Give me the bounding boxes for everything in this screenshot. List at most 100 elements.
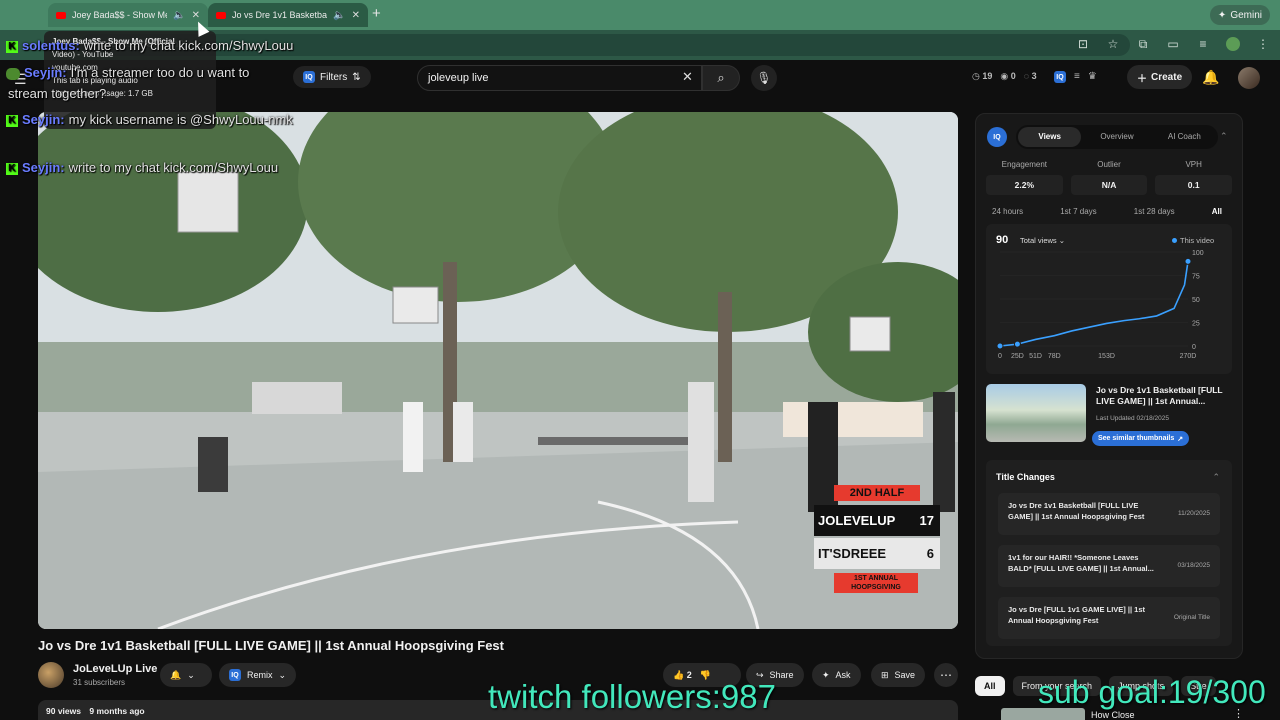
gemini-label: Gemini <box>1230 9 1262 21</box>
range-all[interactable]: All <box>1212 207 1222 216</box>
metric-label: VPH <box>1185 160 1202 169</box>
tab-hover-card: Joey Bada$$ - Show Me (Official Video) -… <box>44 31 216 129</box>
list-icon[interactable]: ≡ <box>1074 71 1080 83</box>
menu-hamburger-icon[interactable]: ☰ <box>14 71 27 88</box>
ask-button[interactable]: ✦ Ask <box>812 663 861 687</box>
title-change-item: Jo vs Dre 1v1 Basketball [FULL LIVE GAME… <box>998 493 1220 535</box>
vidiq-icon: IQ <box>303 71 315 83</box>
account-avatar[interactable] <box>1238 67 1260 89</box>
panel-tabs: Views Overview AI Coach <box>1016 125 1218 149</box>
collapse-panel-icon[interactable]: ⌃ <box>1220 131 1228 142</box>
voice-search-button[interactable]: 🎙 <box>751 65 777 91</box>
address-bar[interactable]: youtube.com/watch?v=… <box>80 34 1130 56</box>
cast-icon[interactable]: ▭ <box>1166 37 1180 54</box>
tab-title: Joey Bada$$ - Show Me <box>72 10 168 20</box>
title-change-text: Jo vs Dre [FULL 1v1 GAME LIVE] || 1st An… <box>1008 605 1146 625</box>
trophy-icon[interactable]: ♛ <box>1088 71 1097 83</box>
youtube-favicon-icon <box>56 11 66 19</box>
chevron-down-icon: ⌄ <box>278 669 287 680</box>
title-change-date: 11/20/2025 <box>1177 510 1210 517</box>
hover-card-domain: youtube.com <box>52 63 98 72</box>
metric-engagement: Engagement 2.2% <box>986 160 1063 195</box>
vidiq-icon: IQ <box>229 669 241 681</box>
team1-score: 17 <box>919 513 934 528</box>
tab-views[interactable]: Views <box>1018 127 1082 147</box>
legend-dot-icon <box>1172 238 1177 243</box>
profile-icon[interactable] <box>1226 37 1240 54</box>
browser-tab-2[interactable]: Jo vs Dre 1v1 Basketball [ 🔈 ✕ <box>208 3 368 27</box>
browser-tab-1[interactable]: Joey Bada$$ - Show Me 🔈 ✕ <box>48 3 208 27</box>
x-tick-label: 25D <box>1011 353 1024 360</box>
microphone-icon: 🎙 <box>756 71 772 85</box>
notifications-toggle-button[interactable]: 🔔 ⌄ <box>160 663 212 687</box>
upload-age: 9 months ago <box>89 706 145 716</box>
y-tick-label: 0 <box>1192 344 1196 351</box>
kick-logo-icon: K <box>6 162 18 175</box>
range-28d[interactable]: 1st 28 days <box>1134 207 1175 216</box>
views-line-chart: 0 25 50 75 100 0 25D 51D 78D 153D 270D <box>996 250 1204 360</box>
clear-search-icon[interactable]: ✕ <box>682 69 693 85</box>
save-button[interactable]: ⊞ Save <box>871 663 926 687</box>
video-thumbnail[interactable] <box>986 384 1086 442</box>
recommended-title[interactable]: How Close <box>1091 710 1135 720</box>
vidiq-stats: ◷ 19 ◉ 0 ◌ 3 <box>972 71 1037 82</box>
title-change-date: Original Title <box>1173 614 1210 621</box>
bookmark-star-icon[interactable]: ☆ <box>1106 37 1120 54</box>
title-change-text: 1v1 for our HAIR!! *Someone Leaves BALD*… <box>1008 553 1154 573</box>
chevron-up-icon[interactable]: ⌃ <box>1212 472 1220 483</box>
tab-overview[interactable]: Overview <box>1085 127 1148 147</box>
new-tab-button[interactable]: + <box>372 5 381 22</box>
vidiq-icon[interactable]: IQ <box>1054 71 1066 83</box>
metric-value: 2.2% <box>986 175 1063 195</box>
y-tick-label: 50 <box>1192 297 1200 304</box>
create-button[interactable]: ＋ Create <box>1127 65 1193 89</box>
gemini-button[interactable]: ✦ Gemini <box>1209 5 1270 25</box>
scoreboard-row-team1: JOLEVELUP 17 <box>814 505 940 536</box>
view-count: 90 views <box>46 706 81 716</box>
close-tab-icon[interactable]: ✕ <box>352 10 360 21</box>
save-playlist-icon: ⊞ <box>881 669 889 680</box>
install-icon[interactable]: ⊡ <box>1076 37 1090 54</box>
mute-icon[interactable]: 🔈 <box>173 10 185 21</box>
team1-name: JOLEVELUP <box>818 513 896 528</box>
hover-card-title: Joey Bada$$ - Show Me (Official <box>52 37 175 46</box>
create-label: Create <box>1151 71 1183 83</box>
series-line <box>999 261 1189 347</box>
y-tick-label: 100 <box>1192 250 1204 257</box>
bell-icon: 🔔 <box>170 669 182 680</box>
x-tick-label: 78D <box>1048 353 1061 360</box>
menu-icon[interactable]: ⋮ <box>1256 37 1270 54</box>
range-7d[interactable]: 1st 7 days <box>1060 207 1096 216</box>
mute-icon[interactable]: 🔈 <box>333 10 345 21</box>
sliders-icon: ⇅ <box>352 71 361 83</box>
user-stat: ◌ 3 <box>1023 71 1037 81</box>
similar-thumbnails-button[interactable]: See similar thumbnails ↗ <box>1092 431 1190 446</box>
remix-button[interactable]: IQ Remix ⌄ <box>219 663 297 687</box>
close-tab-icon[interactable]: ✕ <box>192 10 200 21</box>
range-24h[interactable]: 24 hours <box>992 207 1023 216</box>
data-point <box>1184 257 1192 265</box>
extensions-icon[interactable]: ⧉ <box>1136 37 1150 54</box>
hover-card-subtitle: Video) - YouTube <box>52 50 114 59</box>
channel-avatar[interactable] <box>38 662 64 688</box>
search-button[interactable]: ⌕ <box>702 65 740 91</box>
channel-name[interactable]: JoLeveLUp Live <box>73 663 157 675</box>
search-input[interactable]: joleveup live <box>417 65 702 91</box>
tab-search-icon[interactable]: ≡ <box>1196 37 1210 54</box>
filters-button[interactable]: IQ Filters ⇅ <box>293 66 371 88</box>
notifications-bell-icon[interactable]: 🔔 <box>1202 69 1219 86</box>
tab-ai-coach[interactable]: AI Coach <box>1153 127 1216 147</box>
title-change-text: Jo vs Dre 1v1 Basketball [FULL LIVE GAME… <box>1008 501 1145 521</box>
last-updated: Last Updated 02/18/2025 <box>1096 415 1170 422</box>
more-actions-icon[interactable]: ⋯ <box>934 663 958 687</box>
chip-all[interactable]: All <box>975 676 1005 696</box>
video-player[interactable]: 2ND HALF JOLEVELUP 17 IT'SDREEE 6 1ST AN… <box>38 112 958 629</box>
external-link-icon: ↗ <box>1177 435 1184 443</box>
title-change-item: Jo vs Dre [FULL 1v1 GAME LIVE] || 1st An… <box>998 597 1220 639</box>
sub-goal-overlay: sub goal:19/300 <box>1038 674 1266 710</box>
y-tick-label: 75 <box>1192 274 1200 281</box>
scoreboard-row-team2: IT'SDREEE 6 <box>814 538 940 569</box>
sparkle-icon: ✦ <box>822 669 830 680</box>
kick-logo-icon: K <box>6 114 18 127</box>
scoreboard-event: 1ST ANNUAL HOOPSGIVING <box>834 573 918 593</box>
